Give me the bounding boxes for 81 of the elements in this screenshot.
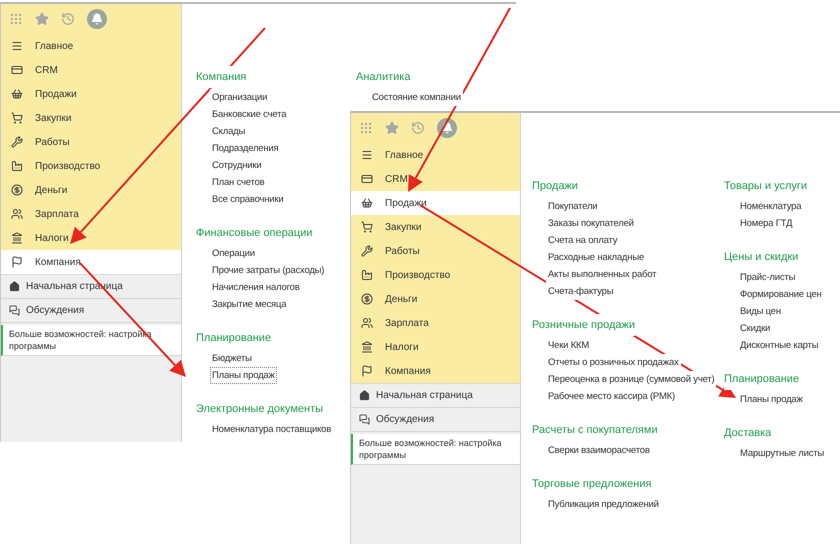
menu-item[interactable]: Закупки <box>1 106 181 130</box>
menu-item[interactable]: Продажи <box>351 191 520 215</box>
wrench-icon <box>361 245 373 257</box>
menu-label: Компания <box>35 256 81 268</box>
factory-icon <box>11 160 23 172</box>
wrench-icon <box>11 136 23 148</box>
menu-label: Закупки <box>35 112 72 124</box>
settings-hint[interactable]: Больше возможностей: настройка программы <box>351 434 520 465</box>
history-icon[interactable] <box>411 121 425 135</box>
menu-item[interactable]: Производство <box>351 263 520 287</box>
menu-label: Компания <box>385 366 431 376</box>
menu-label: Налоги <box>385 342 419 352</box>
menu-label: Главное <box>385 150 424 160</box>
nav-label: Обсуждения <box>26 305 84 316</box>
building-icon <box>11 232 23 244</box>
menu-item[interactable]: Закупки <box>351 215 520 239</box>
menu-item[interactable]: Деньги <box>351 287 520 311</box>
users-icon <box>11 208 23 220</box>
menu-icon <box>361 149 373 161</box>
menu-label: Работы <box>385 246 420 256</box>
cart-icon <box>361 221 373 233</box>
section-link[interactable]: Переоценка в рознице (суммовой учет) <box>546 371 716 388</box>
menu-item[interactable]: Зарплата <box>1 202 181 226</box>
menu-item[interactable]: Производство <box>1 154 181 178</box>
menu-item[interactable]: Главное <box>1 34 181 58</box>
menu-item[interactable]: CRM <box>1 58 181 82</box>
menu-label: CRM <box>385 174 408 184</box>
card-icon <box>11 64 23 76</box>
menu-label: Работы <box>35 136 70 148</box>
group-title: Компания <box>196 66 246 88</box>
building-icon <box>361 341 373 353</box>
menu-item[interactable]: Компания <box>351 359 520 383</box>
section-link[interactable]: Состояние компании <box>370 89 463 106</box>
chat-icon <box>9 305 20 316</box>
star-icon[interactable] <box>35 12 49 26</box>
flag-icon <box>361 365 373 377</box>
menu-label: Закупки <box>385 222 422 232</box>
group-title: Розничные продажи <box>532 314 635 336</box>
menu-item[interactable]: Налоги <box>1 226 181 250</box>
menu-label: Продажи <box>35 88 77 100</box>
grid-icon[interactable] <box>9 12 23 26</box>
basket-icon <box>361 197 373 209</box>
menu-label: Производство <box>385 270 450 280</box>
basket-icon <box>11 88 23 100</box>
card-icon <box>361 173 373 185</box>
home-icon <box>9 281 20 292</box>
menu-label: Производство <box>35 160 100 172</box>
nav-label: Начальная страница <box>376 390 473 401</box>
menu-item[interactable]: Продажи <box>1 82 181 106</box>
menu-item[interactable]: Компания <box>1 250 181 274</box>
home-icon <box>359 390 370 401</box>
menu-icon <box>11 40 23 52</box>
section-link[interactable]: Счета-фактуры <box>546 283 616 300</box>
menu-label: CRM <box>35 64 58 76</box>
users-icon <box>361 317 373 329</box>
menu-label: Деньги <box>35 184 68 196</box>
menu-label: Налоги <box>35 232 69 244</box>
menu-item[interactable]: Работы <box>1 130 181 154</box>
menu-item[interactable]: Работы <box>351 239 520 263</box>
menu-label: Деньги <box>385 294 418 304</box>
history-icon[interactable] <box>61 12 75 26</box>
cart-icon <box>11 112 23 124</box>
menu-item[interactable]: Зарплата <box>351 311 520 335</box>
menu-item[interactable]: Деньги <box>1 178 181 202</box>
menu-item[interactable]: Налоги <box>351 335 520 359</box>
menu-label: Продажи <box>385 198 427 208</box>
flag-icon <box>11 256 23 268</box>
star-icon[interactable] <box>385 121 399 135</box>
menu-item[interactable]: Главное <box>351 143 520 167</box>
menu-item[interactable]: CRM <box>351 167 520 191</box>
coin-icon <box>11 184 23 196</box>
factory-icon <box>361 269 373 281</box>
menu-label: Зарплата <box>35 208 79 220</box>
menu-label: Зарплата <box>385 318 429 328</box>
nav-label: Обсуждения <box>376 414 434 425</box>
bell-icon[interactable] <box>87 9 107 29</box>
coin-icon <box>361 293 373 305</box>
menu-label: Главное <box>35 40 74 52</box>
grid-icon[interactable] <box>359 121 373 135</box>
chat-icon <box>359 414 370 425</box>
section-link[interactable]: Планы продаж <box>210 367 277 384</box>
